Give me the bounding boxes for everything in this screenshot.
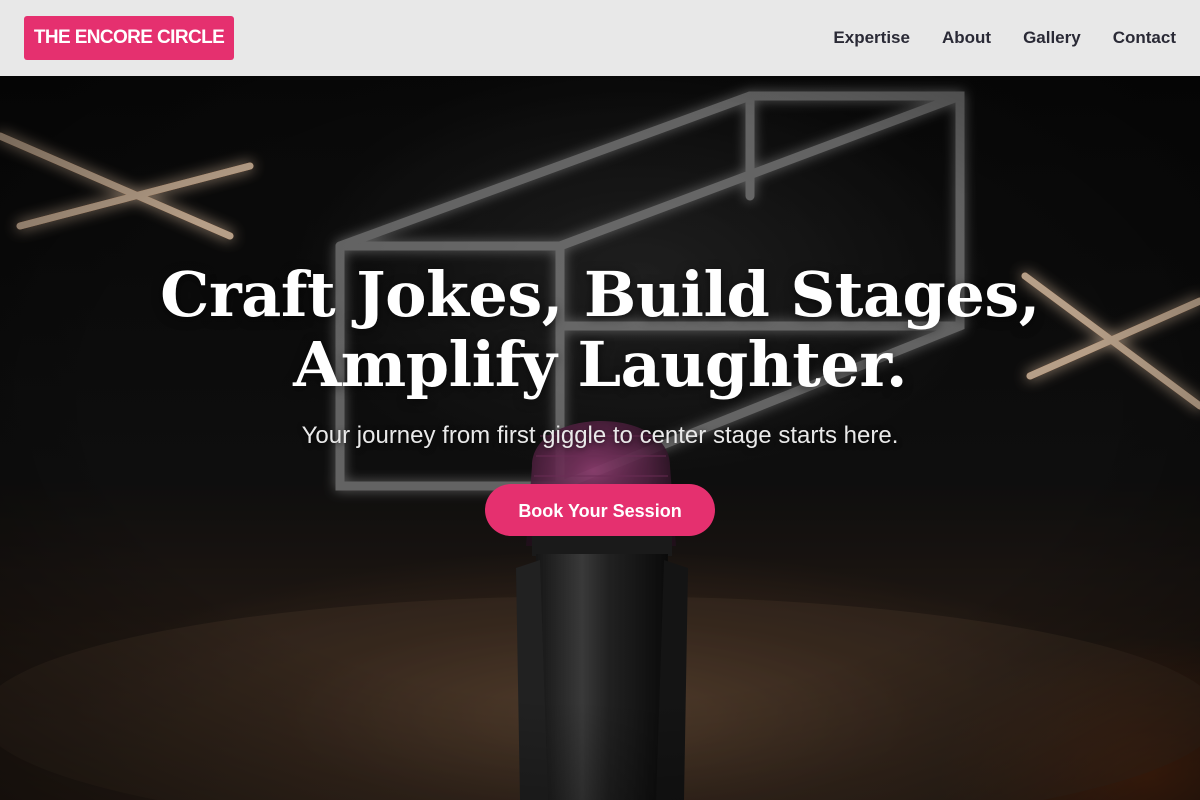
nav-link-about[interactable]: About (942, 28, 991, 48)
nav-link-gallery[interactable]: Gallery (1023, 28, 1081, 48)
hero-subheadline: Your journey from first giggle to center… (301, 422, 899, 449)
landing-page: THE ENCORE CIRCLE Expertise About Galler… (0, 0, 1200, 800)
nav-link-expertise[interactable]: Expertise (833, 28, 910, 48)
hero-headline: Craft Jokes, Build Stages, Amplify Laugh… (0, 260, 1200, 400)
logo[interactable]: THE ENCORE CIRCLE (24, 16, 234, 60)
main-nav: Expertise About Gallery Contact (833, 0, 1176, 76)
hero-content: Craft Jokes, Build Stages, Amplify Laugh… (0, 260, 1200, 536)
hero-headline-line-2: Amplify Laughter. (293, 328, 907, 401)
nav-link-contact[interactable]: Contact (1113, 28, 1176, 48)
hero-section: Craft Jokes, Build Stages, Amplify Laugh… (0, 76, 1200, 800)
site-header: THE ENCORE CIRCLE Expertise About Galler… (0, 0, 1200, 76)
hero-headline-line-1: Craft Jokes, Build Stages, (160, 258, 1040, 331)
book-session-button[interactable]: Book Your Session (485, 484, 715, 536)
